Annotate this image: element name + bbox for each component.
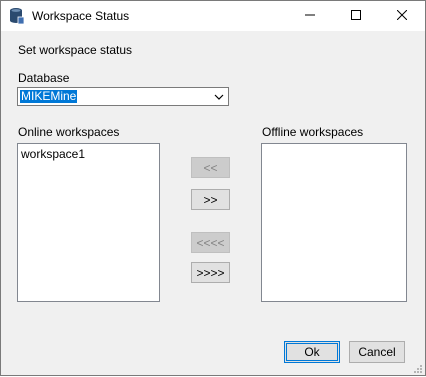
move-left-button[interactable]: <<: [191, 157, 230, 178]
database-label: Database: [18, 71, 70, 85]
form-heading: Set workspace status: [18, 43, 133, 57]
close-button[interactable]: [379, 1, 425, 31]
list-item[interactable]: workspace1: [21, 147, 85, 161]
window-title: Workspace Status: [32, 9, 130, 23]
cancel-button[interactable]: Cancel: [349, 341, 405, 363]
chevron-down-icon[interactable]: [210, 88, 228, 105]
maximize-icon: [351, 9, 361, 23]
online-workspaces-label: Online workspaces: [18, 125, 120, 139]
online-workspaces-list[interactable]: workspace1: [17, 143, 160, 302]
database-select[interactable]: MIKEMine: [17, 87, 229, 106]
minimize-icon: [305, 9, 315, 23]
move-all-left-button[interactable]: <<<<: [191, 232, 230, 253]
ok-button[interactable]: Ok: [284, 341, 340, 363]
move-all-right-button[interactable]: >>>>: [191, 262, 230, 283]
offline-workspaces-label: Offline workspaces: [262, 125, 364, 139]
database-icon: [9, 7, 25, 25]
move-right-button[interactable]: >>: [191, 189, 230, 210]
close-icon: [396, 9, 408, 23]
title-bar[interactable]: Workspace Status: [1, 1, 425, 31]
maximize-button[interactable]: [333, 1, 379, 31]
database-selected-value: MIKEMine: [20, 89, 78, 103]
workspace-status-dialog: Workspace Status Set workspace status Da…: [0, 0, 426, 376]
resize-grip-icon[interactable]: [413, 363, 423, 373]
minimize-button[interactable]: [287, 1, 333, 31]
offline-workspaces-list[interactable]: [261, 143, 407, 302]
